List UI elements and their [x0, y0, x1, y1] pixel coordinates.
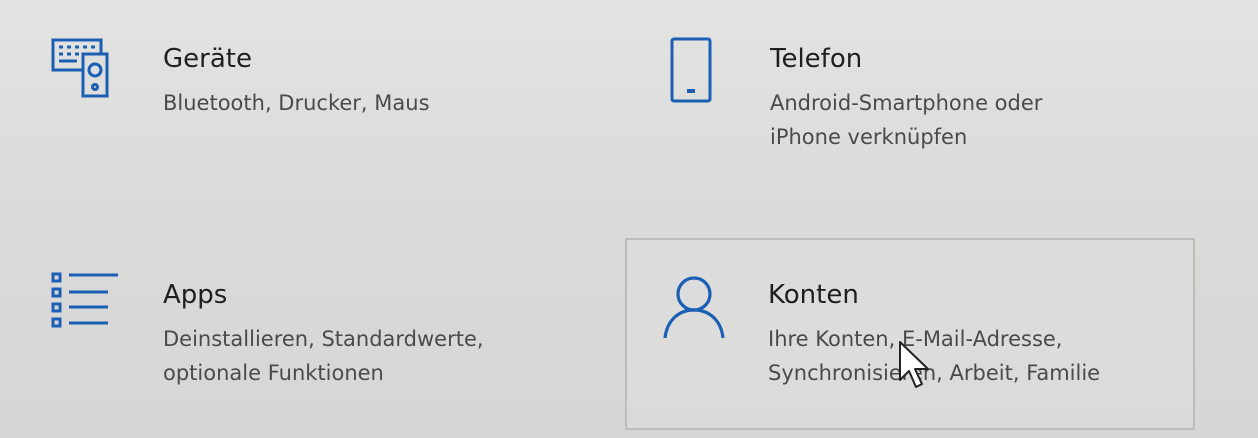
- tile-description: Bluetooth, Drucker, Maus: [163, 91, 430, 115]
- apps-icon: [50, 270, 120, 336]
- tile-description: Ihre Konten, E-Mail-Adresse, Synchronisi…: [768, 327, 1101, 385]
- tile-title: Geräte: [163, 44, 252, 74]
- phone-icon: [668, 36, 716, 112]
- accounts-icon: [661, 274, 727, 344]
- tile-description: Deinstallieren, Standardwerte, optionale…: [163, 327, 484, 385]
- devices-icon: [50, 36, 112, 102]
- settings-tile-accounts[interactable]: Konten Ihre Konten, E-Mail-Adresse, Sync…: [625, 238, 1195, 430]
- tile-title: Apps: [163, 280, 228, 310]
- settings-category-grid: Geräte Bluetooth, Drucker, Maus Telefon …: [0, 0, 1258, 438]
- settings-tile-phone[interactable]: Telefon Android-Smartphone oder iPhone v…: [630, 18, 1195, 208]
- settings-tile-devices[interactable]: Geräte Bluetooth, Drucker, Maus: [28, 18, 588, 208]
- tile-title: Konten: [768, 280, 859, 310]
- tile-title: Telefon: [770, 44, 863, 74]
- settings-tile-apps[interactable]: Apps Deinstallieren, Standardwerte, opti…: [28, 240, 588, 430]
- mouse-cursor-icon: [898, 340, 932, 394]
- tile-description: Android-Smartphone oder iPhone verknüpfe…: [770, 91, 1043, 149]
